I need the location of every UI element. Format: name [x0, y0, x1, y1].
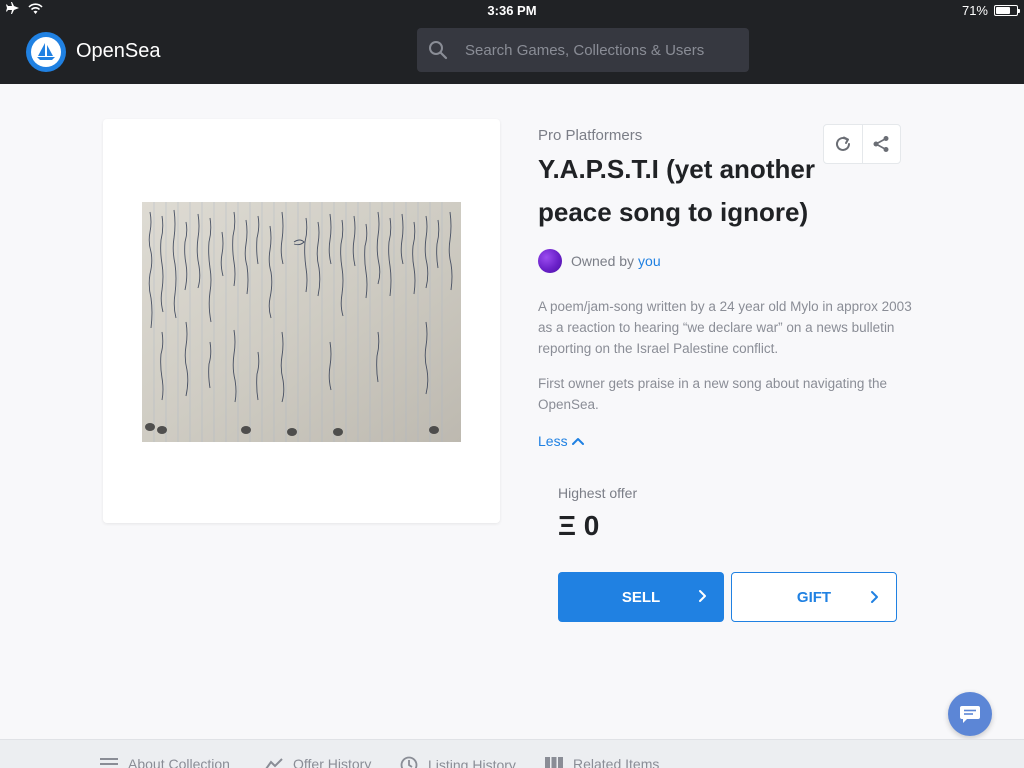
- description-paragraph-1: A poem/jam-song written by a 24 year old…: [538, 299, 912, 356]
- tab-offer-history[interactable]: Offer History: [265, 756, 371, 768]
- description-paragraph-2: First owner gets praise in a new song ab…: [538, 376, 887, 412]
- asset-title: Y.A.P.S.T.I (yet another peace song to i…: [538, 154, 815, 227]
- less-toggle[interactable]: Less: [538, 433, 584, 449]
- asset-image-card[interactable]: [103, 119, 500, 523]
- app-header: OpenSea: [0, 20, 1024, 84]
- grid-icon: [545, 757, 563, 768]
- battery-fill: [996, 7, 1011, 14]
- chevron-up-icon: [571, 438, 584, 445]
- owner-row: Owned by you: [538, 249, 661, 273]
- refresh-icon: [835, 136, 850, 151]
- refresh-button[interactable]: [824, 125, 862, 163]
- highest-offer-value: Ξ 0: [558, 510, 600, 541]
- sailboat-icon: [37, 43, 55, 60]
- collection-name[interactable]: Pro Platformers: [538, 127, 642, 144]
- tab-related-items[interactable]: Related Items: [545, 756, 659, 768]
- tab-about-collection[interactable]: About Collection: [100, 756, 230, 768]
- share-icon: [873, 136, 889, 152]
- search-box[interactable]: [417, 28, 749, 72]
- status-right: 71%: [961, 3, 1020, 18]
- tab-label: Offer History: [293, 756, 372, 768]
- less-label: Less: [538, 433, 568, 449]
- status-time: 3:36 PM: [487, 3, 537, 18]
- gift-label: GIFT: [796, 588, 832, 606]
- asset-actions: [823, 124, 901, 164]
- tab-listing-history[interactable]: Listing History: [400, 756, 516, 768]
- chevron-right-icon: [699, 590, 706, 602]
- brand-name[interactable]: OpenSea: [76, 40, 161, 63]
- battery-icon: [994, 5, 1020, 16]
- status-bar: 3:36 PM 71%: [0, 0, 1024, 20]
- battery-percent: 71%: [961, 3, 988, 18]
- share-button[interactable]: [861, 125, 901, 163]
- gift-button[interactable]: GIFT: [731, 572, 897, 622]
- tab-label: Listing History: [428, 757, 516, 768]
- chat-button[interactable]: [948, 692, 992, 736]
- menu-icon: [100, 758, 118, 765]
- tab-label: Related Items: [573, 756, 660, 768]
- tab-label: About Collection: [128, 756, 230, 768]
- sell-button[interactable]: SELL: [558, 572, 724, 622]
- search-icon: [429, 41, 448, 60]
- clock-icon: [400, 756, 418, 768]
- logo-inner: [31, 37, 61, 67]
- chat-icon: [960, 706, 980, 723]
- handwritten-poem-image: [142, 202, 461, 442]
- bottom-tab-bar: About Collection Offer History Listing H…: [0, 739, 1024, 768]
- owner-avatar[interactable]: [538, 249, 562, 273]
- opensea-logo-icon[interactable]: [26, 32, 66, 72]
- sell-label: SELL: [621, 588, 661, 606]
- highest-offer-label: Highest offer: [558, 485, 638, 501]
- chevron-right-icon: [871, 591, 878, 603]
- chart-icon: [265, 758, 283, 768]
- owner-link[interactable]: you: [638, 253, 661, 269]
- search-input[interactable]: [465, 41, 749, 59]
- owner-prefix: Owned by: [571, 253, 635, 269]
